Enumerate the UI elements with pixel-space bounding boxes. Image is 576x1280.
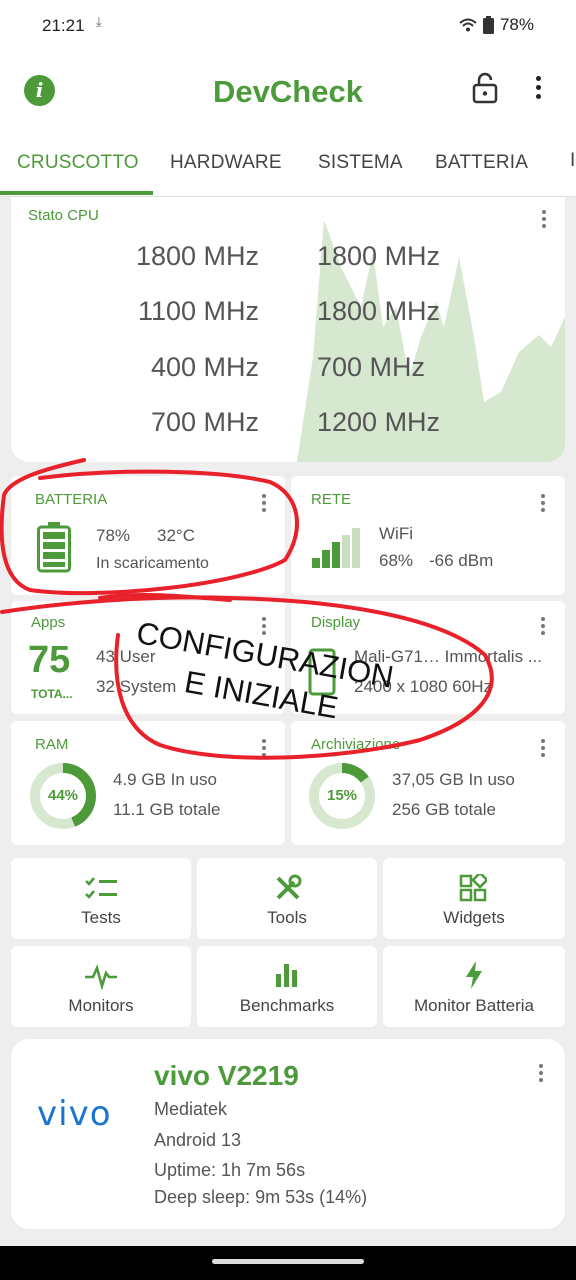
widgets-icon <box>459 874 487 902</box>
status-battery-pct: 78% <box>499 15 534 34</box>
ram-card[interactable]: RAM 44% 4.9 GB In uso 11.1 GB totale <box>11 721 285 845</box>
lock-icon[interactable] <box>472 72 498 104</box>
status-time: 21:21 <box>42 16 85 35</box>
apps-total-count: 75 <box>28 639 71 681</box>
battery-temperature: 32°C <box>157 526 195 545</box>
tab-hardware[interactable]: HARDWARE <box>170 152 282 174</box>
tab-bar: CRUSCOTTO HARDWARE SISTEMA BATTERIA I <box>0 132 576 197</box>
apps-total-label: TOTA... <box>31 687 73 701</box>
checklist-icon <box>85 877 117 899</box>
storage-card-menu-icon[interactable] <box>541 739 545 760</box>
network-card[interactable]: RETE WiFi 68% -66 dBm <box>291 476 565 595</box>
widgets-tile[interactable]: Widgets <box>383 858 565 939</box>
app-bar: i DevCheck <box>0 52 576 132</box>
network-type: WiFi <box>379 524 413 543</box>
device-card-menu-icon[interactable] <box>539 1064 543 1085</box>
monitors-label: Monitors <box>68 996 134 1015</box>
tab-indicator <box>0 191 153 195</box>
display-card-title: Display <box>311 614 361 631</box>
signal-bars-icon <box>312 528 360 568</box>
tab-batteria[interactable]: BATTERIA <box>435 152 528 174</box>
battery-card-title: BATTERIA <box>35 491 108 508</box>
ram-card-menu-icon[interactable] <box>262 739 266 760</box>
ram-card-title: RAM <box>35 736 69 753</box>
device-card[interactable]: vivo vivo V2219 Mediatek Android 13 Upti… <box>11 1039 565 1229</box>
ram-total: 11.1 GB totale <box>113 800 221 819</box>
cpu-card-menu-icon[interactable] <box>542 210 546 231</box>
storage-used: 37,05 GB In uso <box>392 770 515 789</box>
display-card-menu-icon[interactable] <box>541 617 545 638</box>
tab-sistema[interactable]: SISTEMA <box>318 152 403 174</box>
monitors-tile[interactable]: Monitors <box>11 946 191 1027</box>
benchmarks-label: Benchmarks <box>239 996 335 1015</box>
tools-icon <box>276 874 302 900</box>
tests-label: Tests <box>81 908 121 927</box>
cpu-core-1-freq: 1100 MHz <box>137 296 259 326</box>
status-bar: 21:21 ⤓ 78% <box>0 0 576 52</box>
lightning-icon <box>466 961 482 989</box>
cpu-status-card[interactable]: Stato CPU 1800 MHz 1100 MHz 400 MHz 700 … <box>11 197 565 462</box>
battery-state: In scaricamento <box>96 555 209 572</box>
battery-icon <box>37 522 71 573</box>
cpu-core-4-freq: 1800 MHz <box>317 241 441 271</box>
cpu-core-5-freq: 1800 MHz <box>317 296 441 326</box>
battery-card[interactable]: BATTERIA 78% 32°C In scaricamento <box>11 476 285 595</box>
network-signal-dbm: -66 dBm <box>429 551 494 570</box>
battery-card-menu-icon[interactable] <box>262 494 266 515</box>
navigation-bar <box>0 1246 576 1280</box>
apps-card-title: Apps <box>31 614 66 631</box>
storage-usage-percent: 15% <box>326 787 358 804</box>
cpu-core-3-freq: 700 MHz <box>150 407 259 437</box>
battery-monitor-label: Monitor Batteria <box>414 996 534 1015</box>
storage-card[interactable]: Archiviazione 15% 37,05 GB In uso 256 GB… <box>291 721 565 845</box>
network-card-menu-icon[interactable] <box>541 494 545 515</box>
tests-tile[interactable]: Tests <box>11 858 191 939</box>
storage-card-title: Archiviazione <box>311 736 401 753</box>
ram-usage-percent: 44% <box>47 787 79 804</box>
cpu-core-2-freq: 400 MHz <box>150 352 259 382</box>
status-right: 78% <box>459 15 534 35</box>
wifi-icon <box>459 18 477 32</box>
cpu-core-6-freq: 700 MHz <box>317 352 426 382</box>
device-name: vivo V2219 <box>154 1060 299 1091</box>
network-card-title: RETE <box>311 491 352 508</box>
bar-chart-icon <box>276 964 297 987</box>
apps-card-menu-icon[interactable] <box>262 617 266 638</box>
device-uptime: Uptime: 1h 7m 56s <box>154 1160 306 1180</box>
tab-cruscotto[interactable]: CRUSCOTTO <box>17 152 139 174</box>
cpu-load-chart <box>297 220 565 462</box>
vivo-logo: vivo <box>37 1094 112 1134</box>
device-chip: Mediatek <box>154 1099 228 1119</box>
home-gesture-handle[interactable] <box>212 1259 364 1264</box>
overflow-menu-icon[interactable] <box>536 76 541 102</box>
tab-overflow-hint: I <box>570 150 576 171</box>
cpu-core-7-freq: 1200 MHz <box>317 407 441 437</box>
apps-system-count: 32 System <box>96 677 177 696</box>
tools-tile[interactable]: Tools <box>197 858 377 939</box>
cpu-card-title: Stato CPU <box>28 207 99 224</box>
device-android: Android 13 <box>154 1130 242 1150</box>
ram-used: 4.9 GB In uso <box>113 770 217 789</box>
pulse-icon <box>85 964 117 990</box>
benchmarks-tile[interactable]: Benchmarks <box>197 946 377 1027</box>
battery-monitor-tile[interactable]: Monitor Batteria <box>383 946 565 1027</box>
battery-status-icon <box>482 16 494 34</box>
storage-total: 256 GB totale <box>392 800 496 819</box>
tools-label: Tools <box>267 908 307 927</box>
widgets-label: Widgets <box>443 908 505 927</box>
download-icon: ⤓ <box>96 14 102 29</box>
network-signal-percent: 68% <box>379 551 414 570</box>
device-deep-sleep: Deep sleep: 9m 53s (14%) <box>154 1187 368 1207</box>
cpu-core-0-freq: 1800 MHz <box>135 241 259 271</box>
battery-percent: 78% <box>96 526 131 545</box>
